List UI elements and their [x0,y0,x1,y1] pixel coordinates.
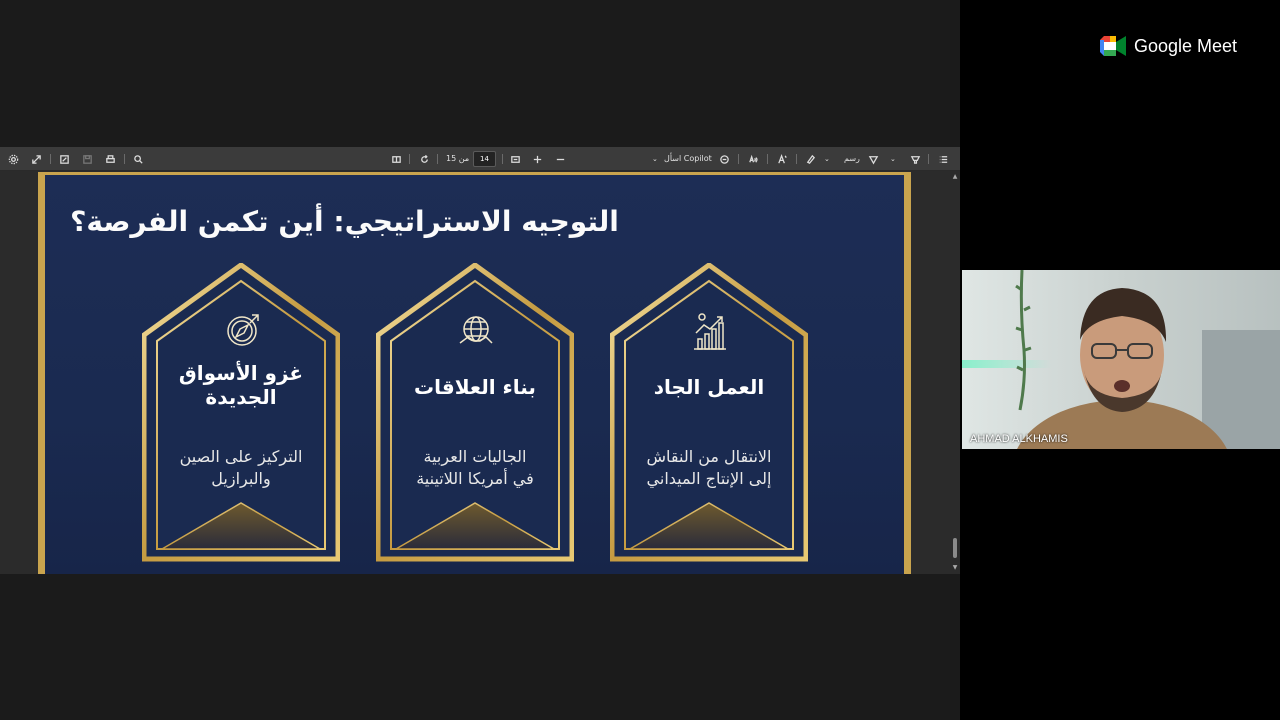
toolbar-divider [767,154,768,164]
pdf-viewer: من 15 14 ⌄ اسأل Copilot ⌄ رسم ⌄ التوجيه … [0,147,960,574]
toolbar-divider [928,154,929,164]
card-new-markets: غزو الأسواق الجديدة التركيز على الصين وا… [142,263,340,563]
save-button[interactable] [80,147,94,171]
fit-page-icon [508,152,522,166]
chevron-down-icon: ⌄ [824,155,830,163]
zoom-in-button[interactable] [530,147,544,171]
gear-icon [6,152,20,166]
toolbar-divider [124,154,125,164]
toolbar-divider [437,154,438,164]
page-view-icon [389,152,403,166]
toolbar-divider [50,154,51,164]
edit-button[interactable] [57,147,71,171]
toolbar-divider [738,154,739,164]
vertical-scrollbar[interactable]: ▲ ▼ [950,171,960,574]
minus-icon [553,152,567,166]
slide-title: التوجيه الاستراتيجي: أين تكمن الفرصة؟ [70,205,619,238]
draw-pen-button[interactable] [866,147,880,171]
highlight-button[interactable] [908,147,922,171]
card-description: الانتقال من النقاش إلى الإنتاج الميداني [632,446,786,490]
toolbar-divider [502,154,503,164]
presentation-slide: التوجيه الاستراتيجي: أين تكمن الفرصة؟ ال… [38,172,911,574]
rotate-button[interactable] [417,147,431,171]
chevron-down-icon: ⌄ [652,155,658,163]
contents-button[interactable] [936,147,950,171]
growth-chart-icon [688,309,732,353]
ask-copilot-button[interactable]: اسأل Copilot [664,147,712,171]
print-icon [103,152,117,166]
edit-icon [57,152,71,166]
pdf-toolbar: من 15 14 ⌄ اسأل Copilot ⌄ رسم ⌄ [0,147,960,171]
card-title: بناء العلاقات [414,375,536,399]
text-size-icon [775,152,789,166]
participant-video-tile[interactable]: AHMAD ALKHAMIS [962,270,1280,449]
card-frame [610,263,808,562]
scroll-up-arrow-icon[interactable]: ▲ [951,173,959,181]
scroll-thumb[interactable] [953,538,957,558]
card-description: الجاليات العربية في أمريكا اللاتينية [398,446,552,490]
card-hard-work: العمل الجاد الانتقال من النقاش إلى الإنت… [610,263,808,563]
card-title: غزو الأسواق الجديدة [160,361,322,409]
search-icon [131,152,145,166]
copilot-icon-button[interactable] [717,147,731,171]
presentation-stage: من 15 14 ⌄ اسأل Copilot ⌄ رسم ⌄ التوجيه … [0,0,960,720]
highlighter-icon [908,152,922,166]
pen-icon [866,152,880,166]
toolbar-divider [796,154,797,164]
zoom-out-button[interactable] [553,147,567,171]
text-button[interactable] [775,147,789,171]
read-aloud-button[interactable] [746,147,760,171]
card-title-line: غزو الأسواق [178,361,304,385]
meet-camera-icon [1100,36,1126,56]
save-icon [80,152,94,166]
page-number-input[interactable]: 14 [473,151,496,167]
card-desc-line: التركيز على الصين [179,447,303,466]
copilot-icon [717,152,731,166]
card-desc-line: في أمريكا اللاتينية [416,469,534,488]
card-title: العمل الجاد [653,375,765,399]
print-button[interactable] [103,147,117,171]
chevron-down-icon: ⌄ [890,155,896,163]
fit-page-button[interactable] [508,147,522,171]
card-desc-line: والبرازيل [211,469,271,488]
expand-button[interactable] [29,147,43,171]
page-view-button[interactable] [389,147,403,171]
card-description: التركيز على الصين والبرازيل [164,446,318,490]
scroll-down-arrow-icon[interactable]: ▼ [951,564,959,572]
card-building-relations: بناء العلاقات الجاليات العربية في أمريكا… [376,263,574,563]
read-aloud-icon [746,152,760,166]
card-desc-line: الانتقال من النقاش [646,447,772,466]
search-button[interactable] [131,147,145,171]
participant-video [962,270,1280,449]
settings-button[interactable] [6,147,20,171]
card-desc-line: إلى الإنتاج الميداني [646,469,772,488]
plus-icon [530,152,544,166]
list-icon [936,152,950,166]
card-title-line: الجديدة [205,385,277,409]
participant-name: AHMAD ALKHAMIS [970,433,1068,445]
meet-brand-text: Google Meet [1134,35,1238,56]
page-total-label: من 15 [446,154,470,163]
rotate-icon [417,152,431,166]
card-frame [376,263,574,562]
card-desc-line: الجاليات العربية [423,447,527,466]
toolbar-divider [409,154,410,164]
draw-button[interactable]: رسم [844,147,860,171]
expand-icon [29,152,43,166]
eraser-button[interactable] [803,147,817,171]
globe-handshake-icon [454,309,498,353]
google-meet-logo: Google Meet [1100,34,1237,58]
eraser-icon [803,152,817,166]
card-frame [142,263,340,562]
compass-icon [220,309,264,353]
